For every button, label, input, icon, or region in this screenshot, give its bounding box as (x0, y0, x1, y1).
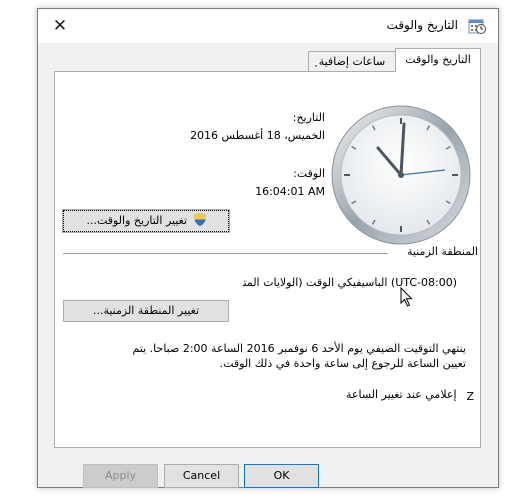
time-value-text: 16:04:01 AM (255, 185, 325, 198)
time-zone-value: (UTC-08:00) الباسيفيكي الوقت (الولايات ا… (243, 273, 461, 293)
time-value: 16:04:01 AM (255, 185, 325, 198)
notify-checkbox[interactable]: Z (464, 390, 474, 403)
tab-additional-clocks[interactable]: ساعات إضافية (308, 51, 396, 71)
title-bar: التاريخ والوقت ✕ (38, 9, 498, 43)
apply-button[interactable]: Apply (83, 464, 158, 488)
date-label: التاريخ: (292, 111, 325, 124)
cancel-button[interactable]: Cancel (164, 464, 239, 488)
tab-dot (315, 65, 317, 67)
date-time-icon (468, 19, 486, 34)
time-zone-text: (UTC-08:00) الباسيفيكي الوقت (الولايات ا… (243, 276, 457, 289)
change-date-time-button[interactable]: تغيير التاريخ والوقت... (62, 209, 230, 233)
time-zone-section-label: المنطقة الزمنية (407, 245, 478, 258)
clock-icon (331, 105, 471, 245)
mouse-pointer-icon (400, 287, 413, 307)
shield-icon (193, 213, 206, 226)
date-value: الخميس، 18 أغسطس 2016 (190, 129, 325, 142)
change-date-time-label: تغيير التاريخ والوقت... (86, 214, 188, 227)
tab-date-time[interactable]: التاريخ والوقت (395, 48, 481, 72)
time-label: الوقت: (293, 167, 325, 180)
section-divider (63, 253, 388, 254)
window-title: التاريخ والوقت (386, 18, 458, 32)
ok-button[interactable]: OK (244, 464, 319, 488)
change-time-zone-button[interactable]: تغيير المنطقة الزمنية... (63, 300, 229, 322)
date-time-dialog: التاريخ والوقت ✕ التاريخ والوقت ساعات إض… (37, 8, 499, 488)
tab-additional-clocks-label: ساعات إضافية (318, 55, 386, 68)
close-icon[interactable]: ✕ (48, 15, 72, 37)
dst-info-text: ينتهي التوقيت الصيفي يوم الأحد 6 نوفمبر … (132, 342, 466, 370)
notify-checkbox-label: إعلامي عند تغيير الساعة (346, 388, 457, 401)
notify-clock-change-row[interactable]: Z إعلامي عند تغيير الساعة (346, 388, 474, 403)
